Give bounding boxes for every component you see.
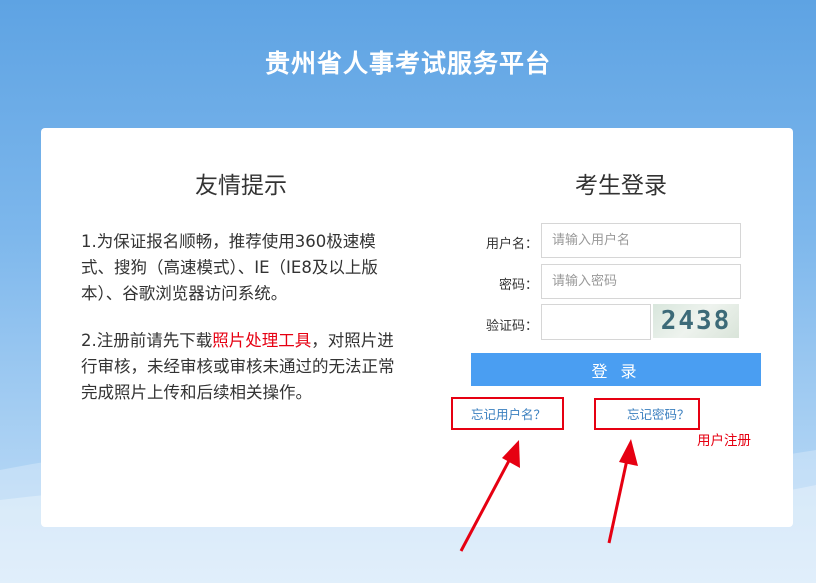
site-title: 贵州省人事考试服务平台 — [264, 49, 551, 78]
forgot-password-highlight — [594, 398, 700, 430]
login-button[interactable]: 登 录 — [471, 353, 761, 386]
forgot-username-highlight — [451, 397, 564, 430]
login-title: 考生登录 — [575, 173, 667, 199]
password-input[interactable] — [541, 264, 741, 299]
photo-tool-link[interactable]: 照片处理工具 — [212, 331, 311, 350]
tip-item-2-prefix: 2.注册前请先下载 — [81, 331, 213, 350]
captcha-label: 验证码： — [485, 319, 538, 334]
captcha-input[interactable] — [541, 304, 651, 340]
register-link[interactable]: 用户注册 — [697, 429, 751, 449]
captcha-image[interactable]: 2438 — [653, 304, 739, 338]
main-panel: 友情提示 1.为保证报名顺畅，推荐使用360极速模式、搜狗（高速模式）、IE（I… — [41, 128, 793, 527]
tip-item-2: 2.注册前请先下载照片处理工具，对照片进行审核，未经审核或审核未通过的无法正常完… — [81, 328, 406, 406]
tips-title: 友情提示 — [195, 173, 287, 199]
username-label: 用户名： — [485, 237, 538, 252]
username-input[interactable] — [541, 223, 741, 258]
password-label: 密码： — [498, 278, 538, 293]
tip-item-1: 1.为保证报名顺畅，推荐使用360极速模式、搜狗（高速模式）、IE（IE8及以上… — [81, 232, 378, 303]
